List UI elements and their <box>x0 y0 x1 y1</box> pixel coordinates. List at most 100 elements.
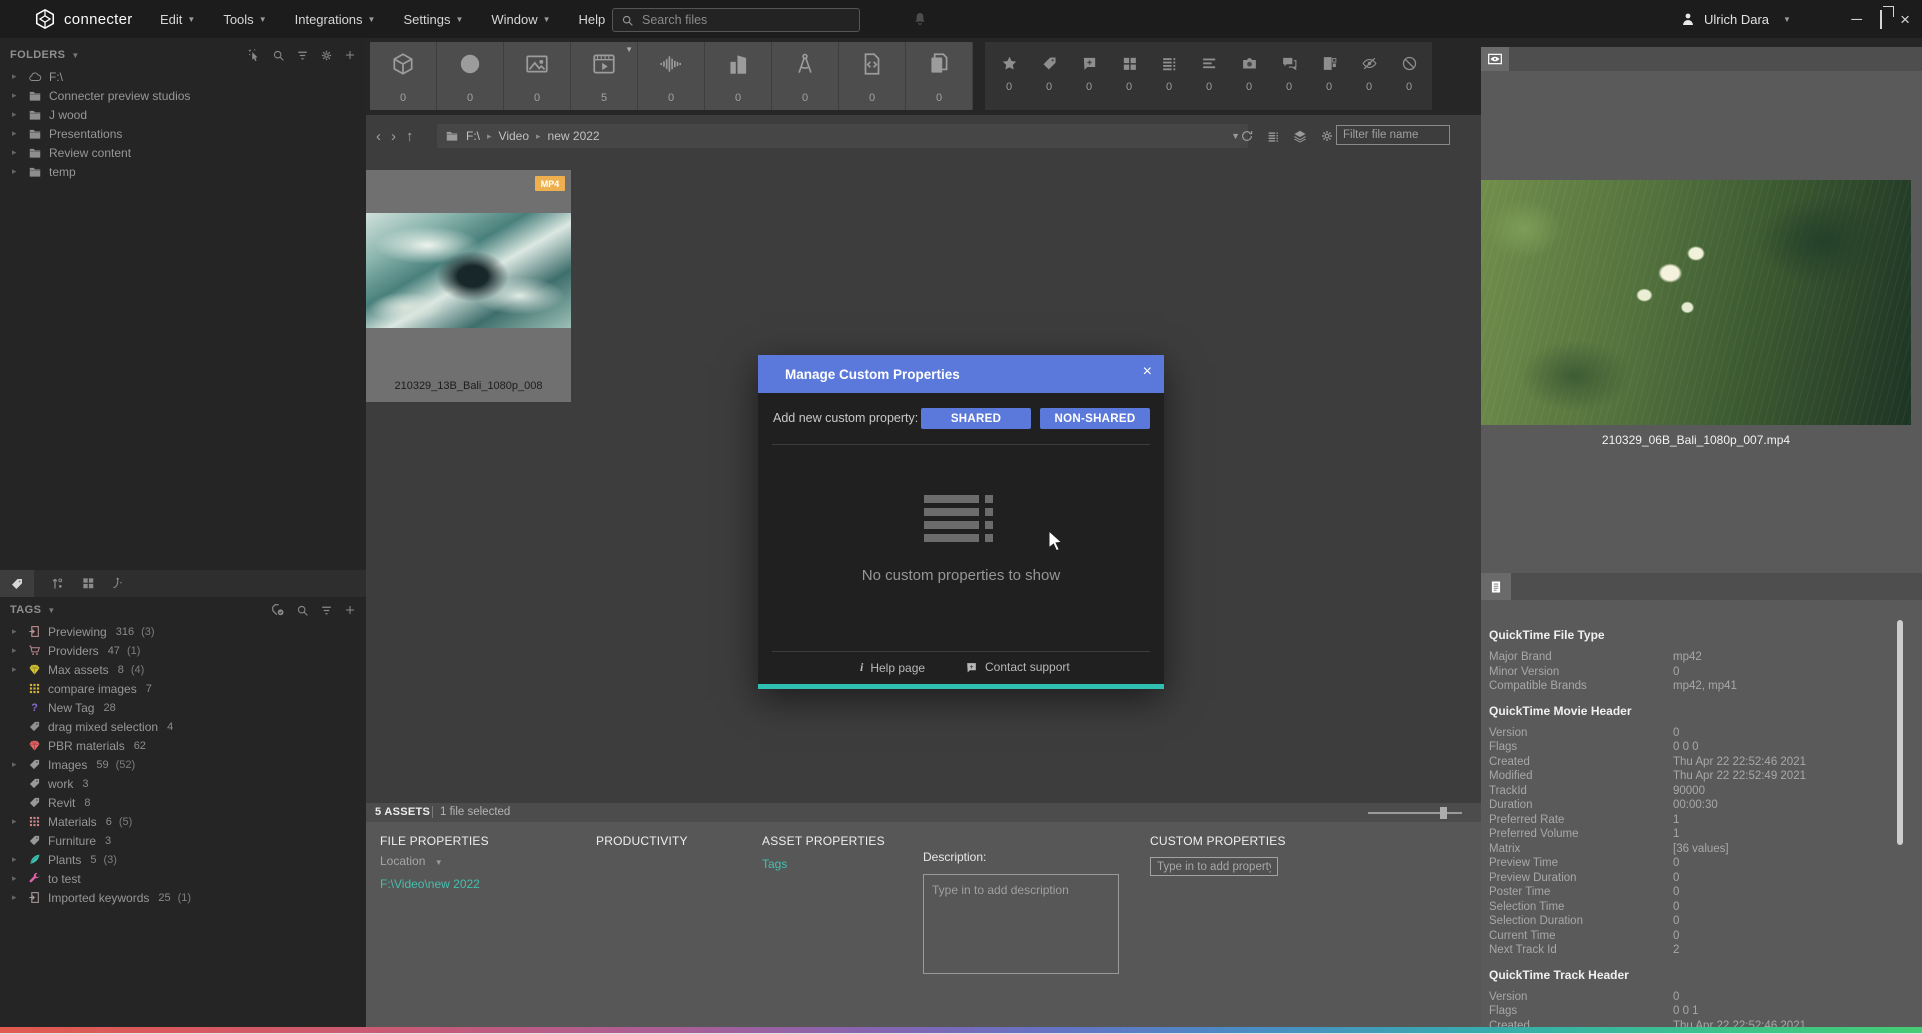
chevron-right-icon[interactable]: ▸ <box>12 816 21 827</box>
help-page-link[interactable]: i Help page <box>860 660 925 675</box>
file-thumbnail[interactable] <box>366 213 571 328</box>
type-filter-cell[interactable]: ▼ 0 <box>705 42 772 110</box>
contact-support-link[interactable]: Contact support <box>965 660 1070 674</box>
type-filter-cell[interactable]: ▼ 0 <box>504 42 571 110</box>
location-link[interactable]: F:\Video\new 2022 <box>380 876 489 893</box>
minimize-button[interactable]: ─ <box>1851 12 1862 27</box>
notifications-bell-icon[interactable] <box>912 10 928 28</box>
tag-item[interactable]: ▸ compare images 7 <box>0 679 366 698</box>
menu-item[interactable]: Window ▼ <box>491 12 550 27</box>
sort-tags-icon[interactable] <box>50 575 65 593</box>
status-filter-cell[interactable]: 0 <box>1029 42 1069 110</box>
status-filter-cell[interactable]: 0 <box>1109 42 1149 110</box>
chevron-right-icon[interactable]: ▸ <box>12 645 21 656</box>
description-input[interactable] <box>923 874 1119 974</box>
type-filter-cell[interactable]: ▼ 0 <box>370 42 437 110</box>
type-filter-cell[interactable]: ▼ 0 <box>906 42 973 110</box>
close-button[interactable]: × <box>1900 11 1910 28</box>
tag-item[interactable]: ▸ PBR materials 62 <box>0 736 366 755</box>
breadcrumb[interactable]: F:\ ▸ Video ▸ new 2022 ▼ <box>437 124 1248 148</box>
global-search[interactable] <box>612 8 860 32</box>
type-filter-cell[interactable]: ▼ 0 <box>839 42 906 110</box>
tags-tab[interactable] <box>0 570 34 597</box>
preview-tab[interactable] <box>1481 47 1509 71</box>
menu-item[interactable]: Integrations ▼ <box>295 12 376 27</box>
search-folders-icon[interactable] <box>272 49 285 62</box>
menu-item[interactable]: Settings ▼ <box>403 12 463 27</box>
thumbnail-size-slider[interactable] <box>1368 812 1462 814</box>
user-menu[interactable]: Ulrich Dara ▼ <box>1680 0 1791 38</box>
up-button[interactable]: ↑ <box>406 128 414 145</box>
view-options-icon[interactable] <box>1267 130 1280 143</box>
chevron-right-icon[interactable]: ▸ <box>12 664 21 675</box>
search-tags-icon[interactable] <box>296 604 309 617</box>
tag-item[interactable]: ▸ Previewing 316 (3) <box>0 622 366 641</box>
type-filter-cell[interactable]: ▼ 0 <box>638 42 705 110</box>
file-tile[interactable]: MP4 210329_13B_Bali_1080p_008 <box>366 170 571 402</box>
tag-item[interactable]: ▸ Furniture 3 <box>0 831 366 850</box>
add-tag-icon[interactable] <box>344 604 356 616</box>
filter-filename-input[interactable] <box>1336 125 1450 145</box>
folder-item[interactable]: ▸ J wood <box>0 105 366 124</box>
gear-icon[interactable] <box>1320 129 1334 143</box>
tag-item[interactable]: ▸ Images 59 (52) <box>0 755 366 774</box>
tag-item[interactable]: ▸ Materials 6 (5) <box>0 812 366 831</box>
search-input[interactable] <box>640 12 851 28</box>
forward-button[interactable]: › <box>391 128 396 145</box>
chevron-down-icon[interactable]: ▼ <box>47 606 55 615</box>
slider-handle[interactable] <box>1440 807 1447 819</box>
tag-item[interactable]: ▸ to test <box>0 869 366 888</box>
folder-item[interactable]: ▸ Presentations <box>0 124 366 143</box>
status-filter-cell[interactable]: 0 <box>989 42 1029 110</box>
folder-item[interactable]: ▸ Review content <box>0 143 366 162</box>
tag-item[interactable]: ▸ Plants 5 (3) <box>0 850 366 869</box>
folder-item[interactable]: ▸ Connecter preview studios <box>0 86 366 105</box>
chevron-right-icon[interactable]: ▸ <box>12 147 21 158</box>
type-filter-cell[interactable]: ▼ 0 <box>437 42 504 110</box>
folder-item[interactable]: ▸ F:\ <box>0 67 366 86</box>
chevron-down-icon[interactable]: ▼ <box>1231 131 1240 141</box>
back-button[interactable]: ‹ <box>376 128 381 145</box>
status-filter-cell[interactable]: 0 <box>1189 42 1229 110</box>
layers-icon[interactable] <box>1293 129 1307 143</box>
location-toggle[interactable]: Location ▼ <box>380 853 489 871</box>
filter-tags-icon[interactable] <box>320 604 333 617</box>
shared-button[interactable]: SHARED <box>921 408 1031 429</box>
status-filter-cell[interactable]: 0 <box>1069 42 1109 110</box>
tag-item[interactable]: ▸ Providers 47 (1) <box>0 641 366 660</box>
preview-image[interactable] <box>1481 180 1911 425</box>
auto-arrange-icon[interactable] <box>111 575 125 593</box>
breadcrumb-segment[interactable]: Video <box>499 129 529 143</box>
chevron-right-icon[interactable]: ▸ <box>12 873 21 884</box>
status-filter-cell[interactable]: 0 <box>1269 42 1309 110</box>
tag-item[interactable]: ▸ work 3 <box>0 774 366 793</box>
tag-item[interactable]: ▸ Max assets 8 (4) <box>0 660 366 679</box>
tiles-view-icon[interactable] <box>81 575 95 593</box>
refresh-icon[interactable] <box>1240 129 1254 143</box>
tag-item[interactable]: ▸ New Tag 28 <box>0 698 366 717</box>
status-filter-cell[interactable]: 0 <box>1389 42 1429 110</box>
status-filter-cell[interactable]: 0 <box>1309 42 1349 110</box>
type-filter-cell[interactable]: ▼ 0 <box>772 42 839 110</box>
breadcrumb-segment[interactable]: new 2022 <box>548 129 600 143</box>
tag-check-icon[interactable] <box>271 603 285 617</box>
status-filter-cell[interactable]: 0 <box>1149 42 1189 110</box>
filter-folders-icon[interactable] <box>296 49 309 62</box>
chevron-right-icon[interactable]: ▸ <box>12 759 21 770</box>
chevron-down-icon[interactable]: ▼ <box>625 45 633 54</box>
chevron-right-icon[interactable]: ▸ <box>12 128 21 139</box>
chevron-right-icon[interactable]: ▸ <box>12 109 21 120</box>
tag-item[interactable]: ▸ Imported keywords 25 (1) <box>0 888 366 907</box>
metadata-tab[interactable] <box>1481 573 1511 600</box>
chevron-right-icon[interactable]: ▸ <box>12 626 21 637</box>
add-folder-icon[interactable] <box>344 49 356 61</box>
status-filter-cell[interactable]: 0 <box>1349 42 1389 110</box>
close-icon[interactable]: × <box>1143 363 1152 381</box>
chevron-right-icon[interactable]: ▸ <box>12 90 21 101</box>
gear-icon[interactable] <box>320 49 333 62</box>
non-shared-button[interactable]: NON-SHARED <box>1040 408 1150 429</box>
chevron-right-icon[interactable]: ▸ <box>12 854 21 865</box>
chevron-down-icon[interactable]: ▼ <box>71 51 79 60</box>
tag-item[interactable]: ▸ Revit 8 <box>0 793 366 812</box>
tags-link[interactable]: Tags <box>762 856 885 873</box>
